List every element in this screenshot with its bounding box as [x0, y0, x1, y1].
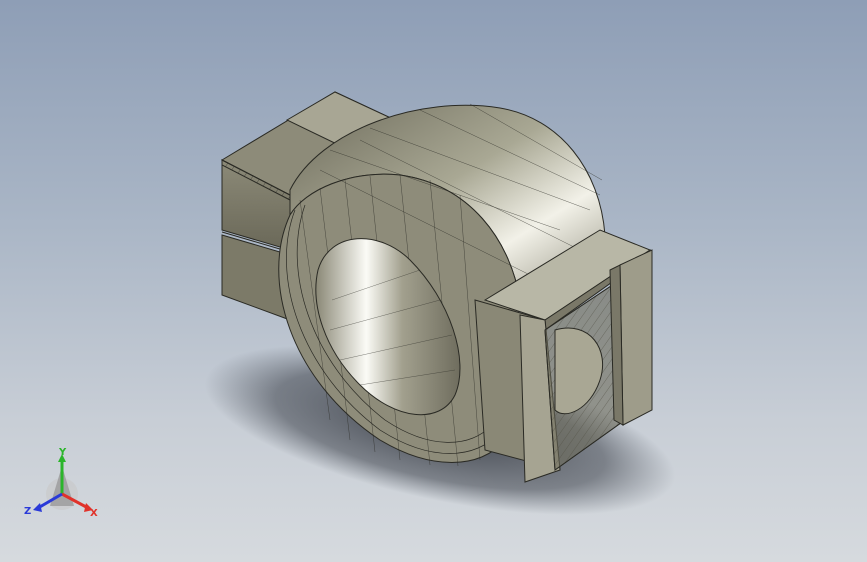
- 3d-model-view[interactable]: [0, 0, 867, 562]
- y-axis-label: Y: [58, 447, 67, 458]
- axis-triad[interactable]: Y X Z: [22, 446, 106, 526]
- graphics-viewport[interactable]: Y X Z: [0, 0, 867, 562]
- z-axis-label: Z: [24, 506, 31, 517]
- x-axis-label: X: [90, 508, 98, 519]
- z-axis-arrow-icon: [33, 503, 42, 512]
